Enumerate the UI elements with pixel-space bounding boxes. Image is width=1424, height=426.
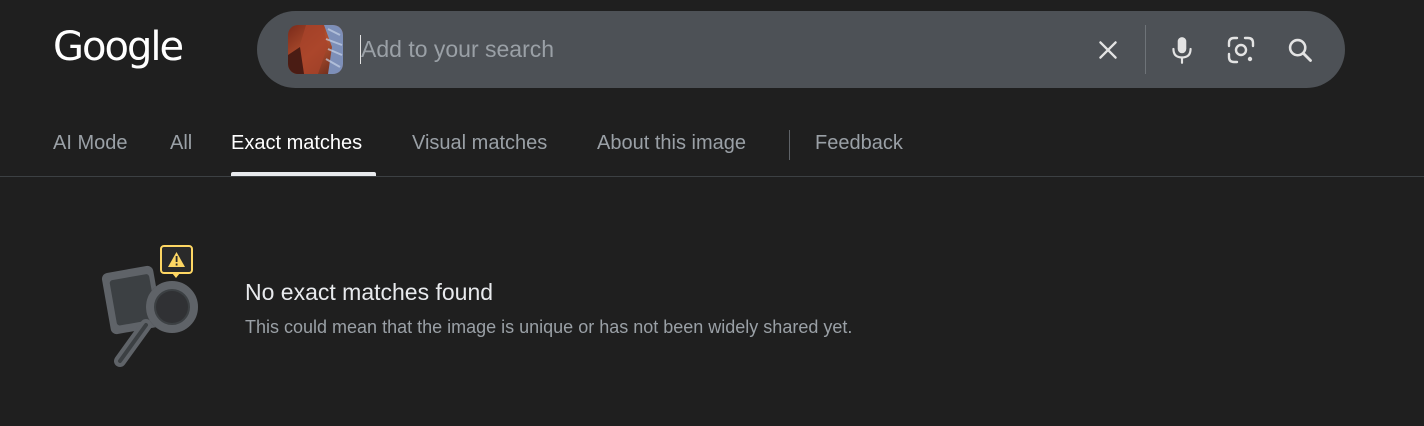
search-icon	[1288, 38, 1312, 62]
tab-about-this-image[interactable]: About this image	[597, 132, 746, 155]
clear-icon	[1099, 41, 1117, 59]
no-results-magnifier-icon	[101, 245, 198, 367]
tab-all[interactable]: All	[170, 132, 192, 155]
tab-visual-matches[interactable]: Visual matches	[412, 132, 547, 155]
searchbar-divider	[1145, 25, 1146, 74]
empty-state-title: No exact matches found	[245, 279, 494, 305]
search-submit-button[interactable]	[1284, 34, 1316, 66]
voice-search-button[interactable]	[1166, 34, 1198, 66]
lens-search-button[interactable]	[1225, 34, 1257, 66]
search-results-page: Google Add to your search AI Mode All Ex…	[0, 0, 1424, 426]
tab-exact-matches[interactable]: Exact matches	[231, 132, 362, 155]
no-results-illustration	[100, 243, 210, 373]
search-image-thumbnail[interactable]	[288, 25, 343, 74]
lens-camera-icon	[1227, 36, 1255, 64]
microphone-icon	[1172, 37, 1192, 64]
tab-ai-mode[interactable]: AI Mode	[53, 132, 127, 155]
tabs-bar: AI Mode All Exact matches Visual matches…	[0, 110, 1424, 176]
thumbnail-image	[288, 25, 343, 74]
tab-feedback[interactable]: Feedback	[815, 132, 903, 155]
search-bar	[257, 11, 1345, 88]
search-input[interactable]	[361, 31, 1061, 68]
clear-button[interactable]	[1092, 34, 1124, 66]
tabs-divider	[0, 176, 1424, 177]
empty-state-subtitle: This could mean that the image is unique…	[245, 317, 853, 337]
tab-separator	[789, 130, 790, 160]
google-logo[interactable]: Google	[53, 22, 184, 72]
